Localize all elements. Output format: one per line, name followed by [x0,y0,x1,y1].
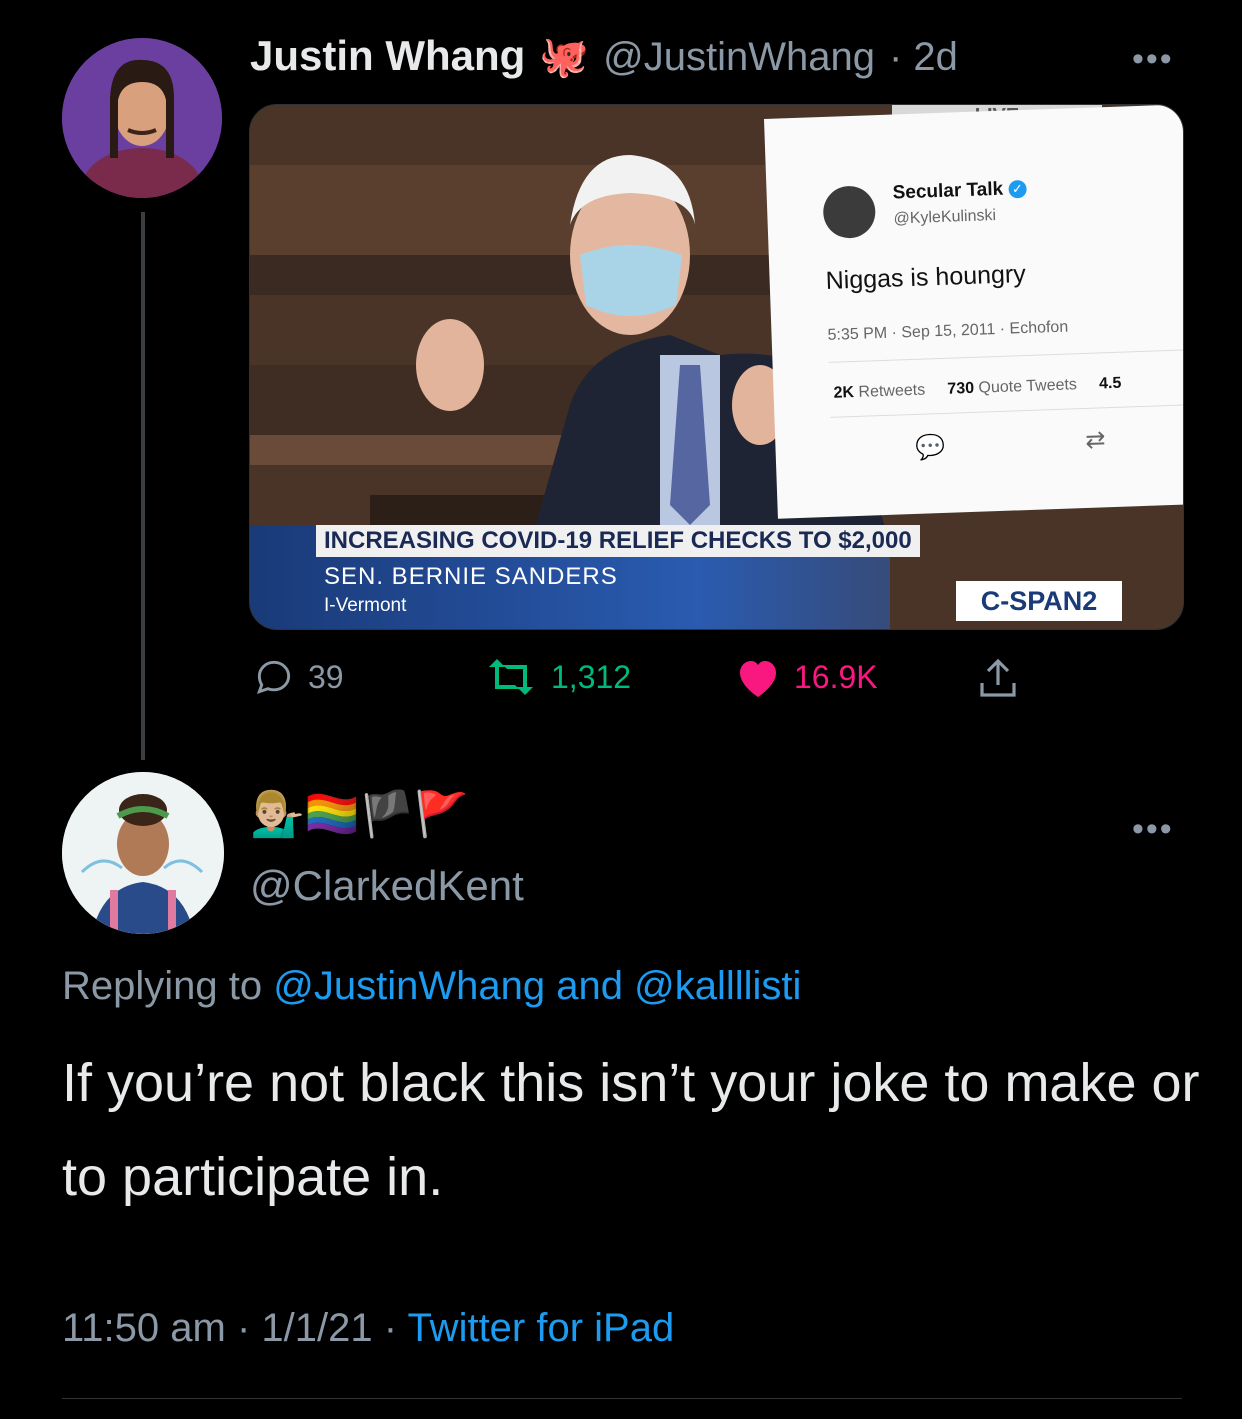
reply-tweet-text: If you’re not black this isn’t your joke… [62,1053,1200,1207]
embedded-text: Niggas is houngry [825,259,1027,295]
tweet-footer: 11:50 am · 1/1/21 · Twitter for iPad [62,1306,675,1350]
like-action[interactable]: 16.9K [734,655,878,699]
retweet-icon [489,659,533,695]
mention-justinwhang[interactable]: @JustinWhang [273,964,545,1008]
mention-kallllisti[interactable]: @kallllisti [634,964,801,1008]
tweet-time[interactable]: 11:50 am [62,1306,226,1350]
more-options-icon[interactable]: ••• [1132,810,1174,849]
tweet-media[interactable]: LIVE Secular Talk ✓ @KyleKulinski Niggas… [249,104,1184,630]
like-count: 16.9K [794,658,878,695]
avatar-illustration [62,38,222,198]
retweet-action[interactable]: 1,312 [483,655,631,699]
embedded-name: Secular Talk ✓ [892,178,1027,205]
chyron-name: SEN. BERNIE SANDERS [324,563,618,590]
reply-handle[interactable]: @ClarkedKent [250,862,524,910]
share-icon [980,658,1016,697]
embedded-divider [828,349,1183,363]
retweet-count: 1,312 [551,658,632,695]
reply-icon [256,660,291,695]
reply-display-name[interactable]: 💁🏼‍♂️🏳️‍🌈🏴🚩 [250,790,469,840]
tweet-header: Justin Whang 🐙 @JustinWhang · 2d [250,32,958,80]
embedded-stats: 2K Retweets 730 Quote Tweets 4.5 [833,374,1122,402]
embedded-reply-icon: 💬 [915,433,946,462]
reply-action[interactable]: 39 [252,655,344,699]
chyron-state: I-Vermont [324,595,407,616]
chyron-headline: INCREASING COVID-19 RELIEF CHECKS TO $2,… [316,525,920,557]
embedded-tweet-card: Secular Talk ✓ @KyleKulinski Niggas is h… [764,105,1183,519]
bottom-divider [62,1398,1182,1399]
avatar-justin-whang[interactable] [62,38,222,198]
author-name[interactable]: Justin Whang [250,32,525,80]
embedded-handle: @KyleKulinski [893,206,997,228]
verified-badge-icon: ✓ [1008,179,1027,199]
more-options-icon[interactable]: ••• [1132,40,1174,79]
embedded-avatar [822,185,877,239]
tweet-client[interactable]: Twitter for iPad [407,1306,674,1350]
author-handle[interactable]: @JustinWhang [603,35,875,80]
thread-connector [141,212,145,760]
timestamp[interactable]: · 2d [889,35,958,80]
octopus-emoji: 🐙 [539,35,590,79]
heart-icon [740,661,776,697]
avatar-clarkedkent[interactable] [62,772,224,934]
share-action[interactable] [974,655,1022,703]
embedded-divider-2 [830,404,1183,418]
tweet-date[interactable]: 1/1/21 [261,1306,372,1350]
reply-count: 39 [308,658,344,695]
embedded-retweet-icon: ⇄ [1084,426,1106,454]
network-logo: C-SPAN2 [956,581,1122,621]
replying-to-line: Replying to @JustinWhang and @kallllisti [62,964,802,1008]
embedded-meta: 5:35 PM · Sep 15, 2011 · Echofon [827,318,1069,344]
avatar-illustration [62,772,224,934]
